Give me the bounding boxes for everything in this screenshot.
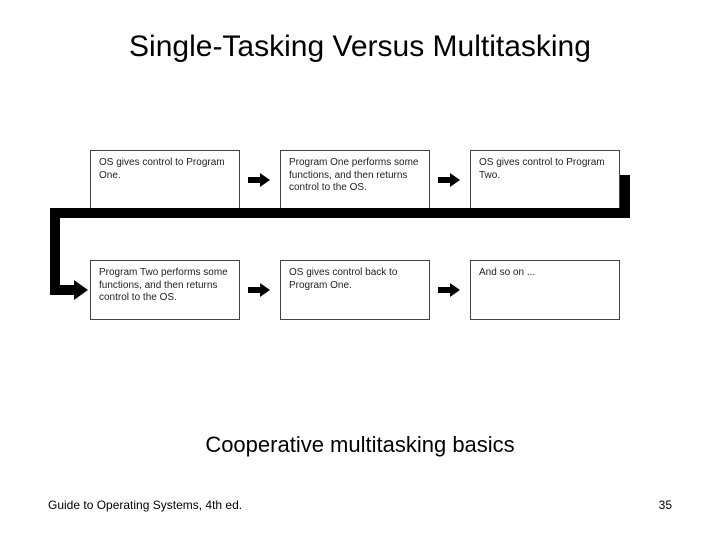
arrow-icon: [248, 175, 270, 185]
connector-segment: [50, 208, 60, 288]
connector-segment: [50, 285, 76, 295]
arrow-head-icon: [74, 280, 88, 300]
flow-box-5: OS gives control back to Program One.: [280, 260, 430, 320]
flow-box-4: Program Two performs some functions, and…: [90, 260, 240, 320]
flow-diagram: OS gives control to Program One. Program…: [90, 150, 630, 380]
slide-title: Single-Tasking Versus Multitasking: [0, 30, 720, 64]
connector-segment: [50, 208, 620, 218]
figure-caption: Cooperative multitasking basics: [0, 432, 720, 458]
flow-box-3: OS gives control to Program Two.: [470, 150, 620, 210]
flow-box-6: And so on ...: [470, 260, 620, 320]
flow-box-2: Program One performs some functions, and…: [280, 150, 430, 210]
arrow-icon: [438, 285, 460, 295]
arrow-icon: [438, 175, 460, 185]
flow-box-1: OS gives control to Program One.: [90, 150, 240, 210]
footer-source: Guide to Operating Systems, 4th ed.: [48, 498, 242, 512]
page-number: 35: [659, 498, 672, 512]
arrow-icon: [248, 285, 270, 295]
connector-segment: [620, 175, 630, 218]
